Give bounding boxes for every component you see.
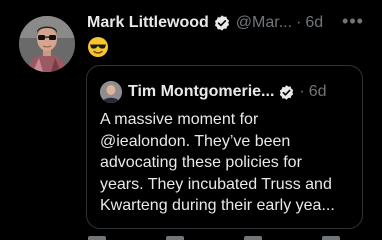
verified-badge-icon bbox=[278, 84, 295, 101]
quoted-author-name: Tim Montgomerie... bbox=[128, 83, 275, 100]
quoted-tweet-header: Tim Montgomerie... · 6d bbox=[100, 80, 327, 104]
quoted-tweet-timestamp: 6d bbox=[308, 83, 327, 100]
quoted-author-avatar bbox=[100, 81, 122, 103]
reply-icon[interactable] bbox=[88, 236, 106, 240]
share-icon[interactable] bbox=[322, 236, 340, 240]
retweet-icon[interactable] bbox=[166, 236, 184, 240]
verified-badge-icon bbox=[213, 14, 231, 32]
like-icon[interactable] bbox=[244, 236, 262, 240]
quoted-text-line: A massive moment for bbox=[100, 111, 259, 128]
quoted-tweet-text: A massive moment for @iealondon. They’ve… bbox=[100, 109, 356, 217]
tweet[interactable]: Mark Littlewood @Mar... · 6d ••• Tim Mon… bbox=[0, 0, 382, 240]
tweet-text bbox=[87, 36, 109, 58]
header-separator: · bbox=[296, 14, 302, 31]
author-avatar[interactable] bbox=[19, 16, 75, 72]
author-name[interactable]: Mark Littlewood bbox=[87, 14, 209, 32]
quoted-tweet[interactable]: Tim Montgomerie... · 6d A massive moment… bbox=[86, 65, 363, 229]
quoted-header-separator: · bbox=[299, 83, 305, 100]
quoted-text-line: years. They incubated Truss and bbox=[100, 175, 332, 193]
quoted-text-line: Kwarteng during their early yea... bbox=[100, 197, 335, 215]
more-options-icon[interactable]: ••• bbox=[342, 12, 364, 34]
tweet-header: Mark Littlewood @Mar... · 6d bbox=[87, 12, 377, 34]
tweet-timestamp[interactable]: 6d bbox=[305, 14, 323, 32]
action-bar-peek bbox=[88, 236, 368, 240]
sunglasses-emoji-icon bbox=[87, 36, 109, 58]
quoted-text-line: advocating these policies for bbox=[100, 154, 302, 172]
author-handle[interactable]: @Mar... bbox=[236, 14, 292, 32]
quoted-text-line: @iealondon. They’ve been bbox=[100, 132, 291, 150]
